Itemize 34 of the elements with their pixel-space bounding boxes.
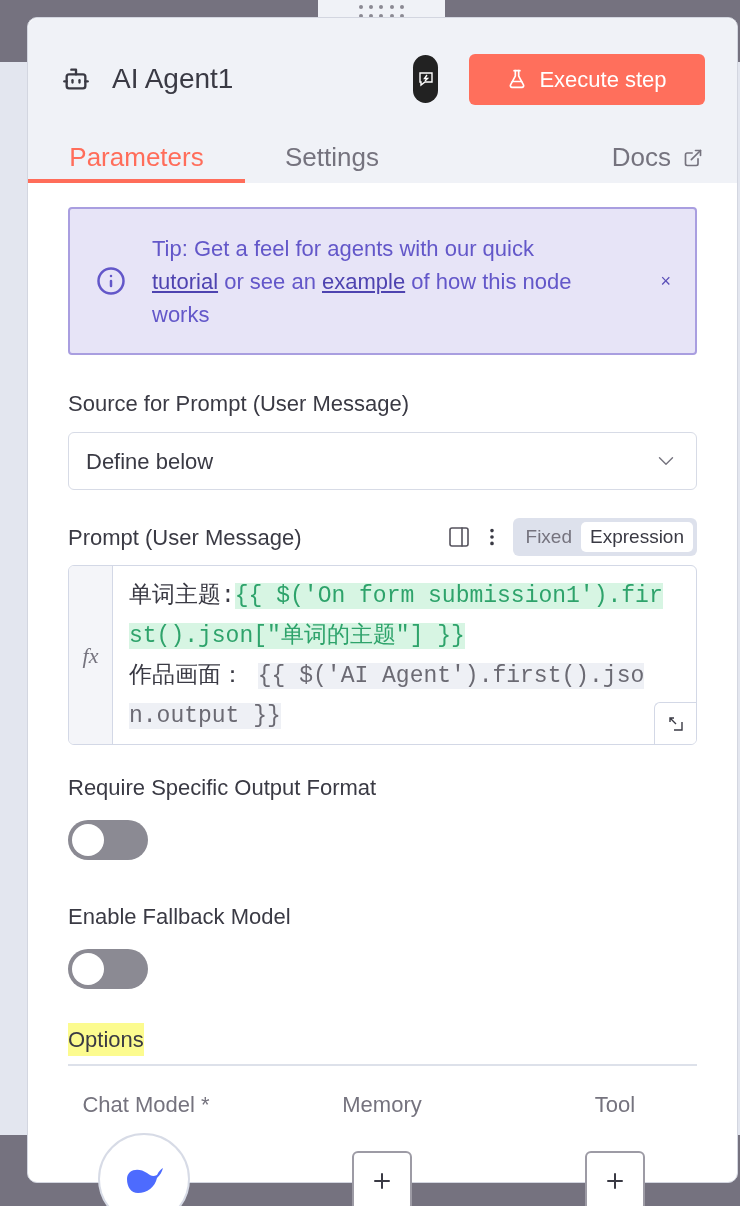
tip-text: Tip: Get a feel for agents with our quick tutorial or see an example of how this node works: [152, 234, 573, 329]
sub-node-label: Tool: [594, 1091, 636, 1119]
execute-step-button[interactable]: Execute step: [469, 53, 705, 105]
add-button[interactable]: [352, 1151, 412, 1206]
sub-node-label: Chat Model *: [82, 1091, 210, 1119]
prompt-editor[interactable]: fx 单词主题:{{ $('On form submission1').first().json["单词的主题"] }} 作品画面： {{ $('AI Agent').first().json.output }}: [68, 565, 697, 745]
add-button[interactable]: [585, 1151, 645, 1206]
docs-link[interactable]: Docs: [611, 138, 703, 177]
chat-trigger-button[interactable]: [413, 55, 438, 103]
toggle-label: Require Specific Output Format: [68, 774, 378, 802]
expand-button[interactable]: [654, 702, 696, 744]
toggle-switch[interactable]: [68, 949, 148, 989]
panel-icon[interactable]: [446, 525, 471, 549]
mode-option[interactable]: Expression: [581, 522, 693, 552]
tab[interactable]: Settings: [245, 138, 419, 183]
fx-label: fx: [82, 641, 99, 670]
model-node[interactable]: [98, 1133, 190, 1206]
resize-icon: [667, 715, 684, 732]
chat-lightning-icon: [417, 71, 434, 87]
field-label: Prompt (User Message): [68, 523, 302, 552]
tip-link[interactable]: example: [322, 268, 406, 294]
drag-handle[interactable]: [318, 0, 445, 18]
sub-node-label: Memory: [342, 1091, 422, 1119]
field-label: Source for Prompt (User Message): [68, 390, 411, 418]
tip-link[interactable]: tutorial: [152, 268, 219, 294]
info-icon: [96, 266, 126, 296]
options-heading: Options: [68, 1023, 144, 1056]
external-link-icon: [683, 147, 703, 168]
source-select[interactable]: Define below: [68, 432, 697, 490]
toggle-switch[interactable]: [68, 820, 148, 860]
node-title: AI Agent1: [112, 62, 234, 96]
mode-option[interactable]: Fixed: [516, 522, 581, 552]
toggle-label: Enable Fallback Model: [68, 903, 292, 931]
close-button[interactable]: ×: [660, 267, 671, 295]
